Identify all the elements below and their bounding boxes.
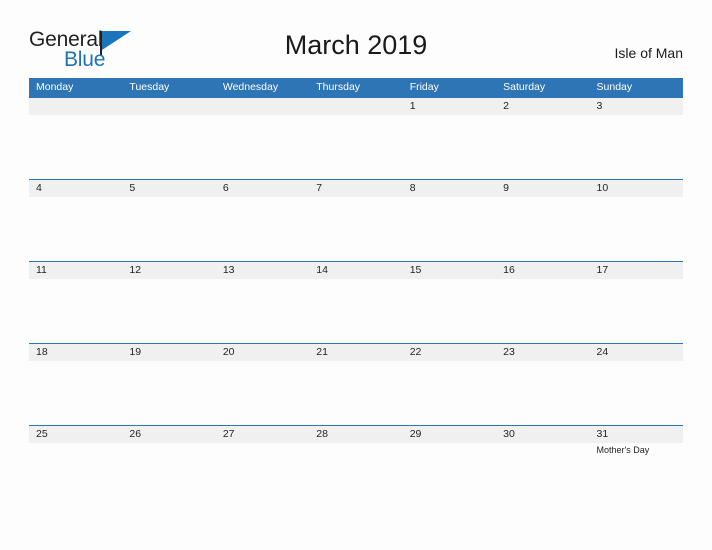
day-cell[interactable]: 12	[122, 262, 216, 343]
page-header: General Blue March 2019 Isle of Man	[0, 0, 712, 78]
day-cell[interactable]: 19	[122, 344, 216, 425]
day-number: 12	[129, 264, 142, 276]
day-cell[interactable]: 29	[402, 426, 497, 507]
day-number: 19	[129, 346, 142, 358]
day-band	[29, 180, 123, 197]
day-cell[interactable]: 16	[496, 262, 590, 343]
region-label: Isle of Man	[614, 45, 683, 61]
day-cell[interactable]: 6	[215, 180, 310, 261]
day-number: 29	[409, 428, 422, 440]
day-number: 14	[316, 264, 328, 276]
week-row: 25 26 27 28 29 30 31 Mother's Day	[29, 425, 683, 507]
day-cell[interactable]: 14	[309, 262, 403, 343]
day-cell[interactable]: 7	[309, 180, 403, 261]
day-number: 22	[409, 346, 422, 358]
day-band	[496, 98, 590, 115]
day-number: 1	[409, 100, 416, 112]
week-row: 1 2 3	[29, 97, 683, 179]
day-number: 13	[222, 264, 235, 276]
weekday-header-wednesday: Wednesday	[222, 81, 279, 93]
weekday-header-tuesday: Tuesday	[129, 81, 170, 93]
calendar-grid: Monday Tuesday Wednesday Thursday Friday…	[29, 78, 683, 507]
day-number: 23	[503, 346, 515, 358]
day-cell[interactable]: 18	[29, 344, 123, 425]
day-number: 27	[222, 428, 235, 440]
day-number: 21	[316, 346, 328, 358]
day-number: 31	[596, 428, 609, 440]
day-band	[496, 180, 590, 197]
weekday-header-saturday: Saturday	[503, 81, 546, 93]
day-number: 25	[36, 428, 48, 440]
day-cell[interactable]: 28	[309, 426, 403, 507]
day-number: 26	[129, 428, 142, 440]
day-cell[interactable]: 31 Mother's Day	[589, 426, 683, 507]
day-number: 24	[596, 346, 609, 358]
weekday-header-row: Monday Tuesday Wednesday Thursday Friday…	[29, 78, 683, 97]
day-band	[122, 98, 216, 115]
day-number: 17	[596, 264, 609, 276]
page-title: March 2019	[284, 30, 428, 60]
day-number: 10	[596, 182, 609, 194]
day-band	[215, 180, 310, 197]
day-band	[215, 98, 310, 115]
day-cell[interactable]: 3	[589, 98, 683, 179]
day-cell[interactable]: 13	[215, 262, 310, 343]
day-number: 8	[409, 182, 416, 194]
day-band	[309, 98, 403, 115]
day-number: 30	[503, 428, 515, 440]
day-cell[interactable]: 15	[402, 262, 497, 343]
day-number: 5	[129, 182, 136, 194]
day-cell[interactable]: 17	[589, 262, 683, 343]
day-cell[interactable]: 26	[122, 426, 216, 507]
calendar-page: General Blue March 2019 Isle of Man Mond…	[0, 0, 712, 550]
day-cell[interactable]	[215, 98, 310, 179]
day-cell[interactable]: 10	[589, 180, 683, 261]
day-band	[589, 98, 683, 115]
day-number: 2	[503, 100, 509, 112]
day-number: 15	[409, 264, 422, 276]
day-cell[interactable]: 25	[29, 426, 123, 507]
day-cell[interactable]: 24	[589, 344, 683, 425]
day-cell[interactable]: 30	[496, 426, 590, 507]
day-cell[interactable]: 21	[309, 344, 403, 425]
day-cell[interactable]: 1	[402, 98, 497, 179]
day-number: 28	[316, 428, 328, 440]
week-row: 4 5 6 7 8 9 10	[29, 179, 683, 261]
day-number: 18	[36, 346, 48, 358]
day-cell[interactable]: 20	[215, 344, 310, 425]
day-band	[29, 98, 123, 115]
day-band	[402, 98, 497, 115]
day-cell[interactable]	[309, 98, 403, 179]
day-number: 11	[36, 264, 47, 276]
day-band	[122, 180, 216, 197]
day-cell[interactable]: 9	[496, 180, 590, 261]
day-cell[interactable]: 22	[402, 344, 497, 425]
weekday-header-thursday: Thursday	[316, 81, 361, 93]
week-row: 18 19 20 21 22 23 24	[29, 343, 683, 425]
weekday-header-monday: Monday	[36, 81, 74, 93]
day-cell[interactable]: 2	[496, 98, 590, 179]
day-number: 9	[503, 182, 509, 194]
day-number: 20	[222, 346, 235, 358]
day-number: 7	[316, 182, 323, 194]
day-cell[interactable]: 11	[29, 262, 123, 343]
day-event: Mother's Day	[596, 445, 650, 455]
weekday-header-sunday: Sunday	[596, 81, 633, 93]
day-cell[interactable]: 23	[496, 344, 590, 425]
day-cell[interactable]: 27	[215, 426, 310, 507]
day-cell[interactable]	[29, 98, 123, 179]
day-cell[interactable]: 4	[29, 180, 123, 261]
weekday-header-friday: Friday	[409, 81, 439, 93]
day-number: 3	[596, 100, 603, 112]
day-band	[309, 180, 403, 197]
day-cell[interactable]: 8	[402, 180, 497, 261]
week-row: 11 12 13 14 15 16 17	[29, 261, 683, 343]
day-band	[402, 180, 497, 197]
day-cell[interactable]: 5	[122, 180, 216, 261]
day-number: 16	[503, 264, 515, 276]
day-cell[interactable]	[122, 98, 216, 179]
day-number: 6	[222, 182, 229, 194]
day-number: 4	[36, 182, 42, 194]
